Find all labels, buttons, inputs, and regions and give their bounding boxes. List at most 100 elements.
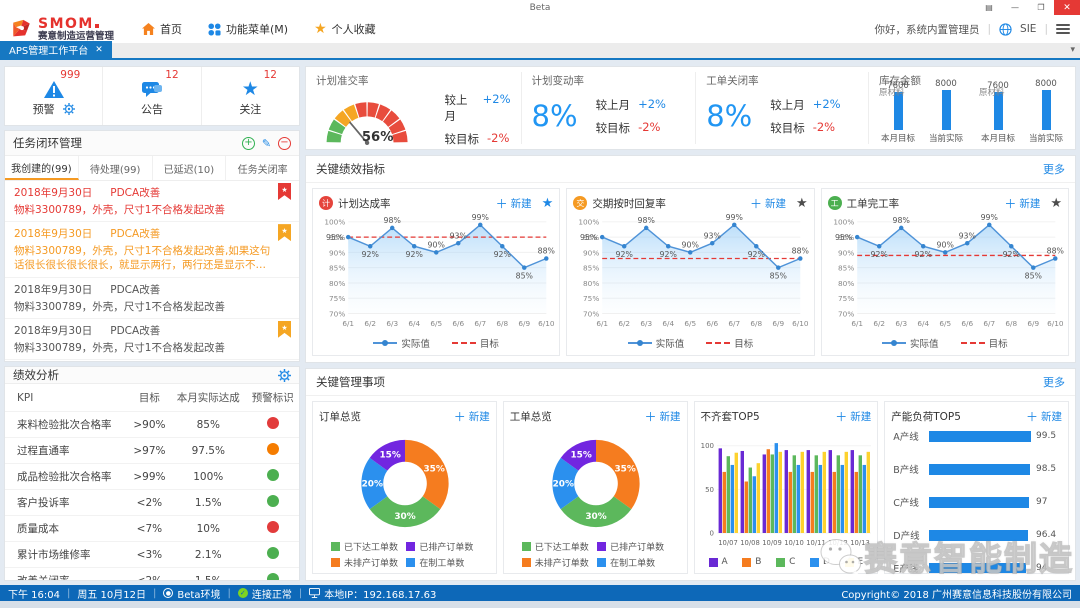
beta-label: Beta: [529, 2, 551, 13]
legend-swatch: [597, 558, 607, 567]
legend-actual[interactable]: 实际值: [882, 336, 939, 350]
legend-item[interactable]: 已排产订单数: [406, 540, 477, 553]
svg-text:98%: 98%: [892, 216, 909, 225]
donut-legend: 已下达工单数 已排产订单数 未排产订单数 在制工单数: [510, 540, 681, 569]
task-item[interactable]: 2018年9月30日 PDCA改善 物料3300789，外壳，尺寸1不合格发起改善 ★: [5, 319, 299, 360]
new-button[interactable]: ＋新建: [1026, 408, 1062, 425]
svg-text:6/2: 6/2: [619, 319, 631, 328]
more-link[interactable]: 更多: [1043, 374, 1065, 390]
favorite-star-icon[interactable]: ★: [542, 197, 554, 210]
announcement-chat-icon: [141, 81, 162, 97]
legend-item[interactable]: 在制工单数: [406, 556, 477, 569]
bar-value: 8000: [1035, 79, 1057, 89]
legend-target[interactable]: 目标: [706, 336, 753, 350]
legend-item[interactable]: E: [844, 557, 864, 567]
legend-target[interactable]: 目标: [960, 336, 1008, 350]
legend-swatch: [597, 542, 607, 551]
add-task-icon[interactable]: +: [242, 136, 255, 150]
kpi-actual: 2.1%: [170, 541, 247, 568]
legend-item[interactable]: B: [742, 557, 761, 567]
bar-value: 8000: [935, 79, 957, 89]
stat-announcements[interactable]: 12 公告: [102, 67, 200, 125]
legend-target[interactable]: 目标: [451, 336, 499, 350]
legend-actual[interactable]: 实际值: [373, 336, 430, 350]
svg-text:6/7: 6/7: [983, 319, 995, 328]
svg-text:10/11: 10/11: [806, 539, 826, 547]
nav-favorites[interactable]: ★ 个人收藏: [314, 21, 376, 37]
task-tab-created[interactable]: 我创建的(99): [5, 156, 79, 180]
hbar-row: D产线 96.4: [893, 528, 1060, 542]
favorite-star-icon[interactable]: ★: [796, 197, 808, 210]
legend-item[interactable]: 已下达工单数: [331, 540, 402, 553]
tab-dropdown-caret-icon[interactable]: ▾: [1070, 45, 1075, 55]
kpi-target: >97%: [128, 437, 171, 464]
status-date: 周五 10月12日: [77, 589, 147, 601]
svg-text:98%: 98%: [638, 216, 655, 225]
stat-follows[interactable]: 12 ★ 关注: [200, 67, 299, 125]
card-workorder-overview: 工单总览 ＋新建 35% 30% 20% 15% 已下达工单数 已排产订单数 未排产订单数…: [502, 401, 688, 574]
legend-item[interactable]: A: [708, 557, 728, 567]
restore-icon[interactable]: ❐: [1028, 0, 1054, 15]
new-button[interactable]: ＋新建: [644, 408, 680, 425]
svg-text:6/10: 6/10: [538, 319, 555, 328]
kpi-column-header: 预警标识: [251, 392, 294, 404]
svg-text:85%: 85%: [583, 264, 599, 273]
svg-text:6/6: 6/6: [707, 319, 719, 328]
legend-item[interactable]: 未排产订单数: [521, 556, 593, 569]
task-tab-delayed[interactable]: 已延迟(10): [153, 156, 227, 180]
svg-text:6/5: 6/5: [685, 319, 697, 328]
task-tab-pending[interactable]: 待处理(99): [79, 156, 153, 180]
nav-home[interactable]: 首页: [142, 21, 182, 37]
edit-task-icon[interactable]: ✎: [260, 137, 273, 150]
chart-badge-icon: 交: [573, 196, 588, 210]
remove-task-icon[interactable]: −: [278, 136, 291, 150]
task-type: PDCA改善: [110, 187, 161, 199]
legend-swatch: [406, 558, 416, 567]
hbar-label: A产线: [893, 432, 919, 443]
new-button[interactable]: ＋新建: [835, 408, 871, 425]
new-button[interactable]: ＋新建: [454, 408, 490, 425]
more-link[interactable]: 更多: [1043, 161, 1065, 177]
task-item[interactable]: 2018年9月30日 PDCA改善 物料3300789，外壳，尺寸1不合格发起改善 ★: [5, 181, 299, 223]
new-button[interactable]: ＋新建: [1004, 195, 1040, 212]
legend-item[interactable]: 已排产订单数: [597, 540, 668, 553]
tab-aps-platform[interactable]: APS管理工作平台 ✕: [0, 41, 112, 58]
close-icon[interactable]: ✕: [1054, 0, 1080, 15]
panel-icon[interactable]: ▤: [976, 0, 1002, 15]
inventory-group: 原材料 7600 本月目标 8000 当前实际: [979, 79, 1065, 144]
panel-gear-icon[interactable]: [278, 368, 291, 382]
legend-item[interactable]: D: [809, 557, 830, 567]
hbar-label: E产线: [893, 564, 919, 574]
legend-label: 未排产订单数: [344, 559, 399, 569]
task-item[interactable]: 2018年9月30日 PDCA改善 物料3300789，外壳，尺寸1不合格发起改善,…: [5, 222, 299, 278]
hamburger-menu-icon[interactable]: [1056, 24, 1070, 34]
favorite-star-icon[interactable]: ★: [1050, 197, 1062, 210]
legend-item[interactable]: 未排产订单数: [331, 556, 402, 569]
grid-menu-icon: [208, 22, 221, 36]
minimize-icon[interactable]: —: [1002, 0, 1028, 15]
svg-text:90%: 90%: [583, 248, 599, 257]
svg-text:35%: 35%: [423, 465, 444, 475]
globe-icon[interactable]: [999, 22, 1012, 36]
kpi-target: <3%: [128, 541, 171, 568]
hbar-row: B产线 98.5: [893, 462, 1060, 476]
legend-swatch: [521, 558, 531, 567]
new-button[interactable]: ＋新建: [496, 195, 532, 212]
legend-item[interactable]: 在制工单数: [597, 556, 668, 569]
svg-text:85%: 85%: [329, 264, 345, 273]
legend-actual[interactable]: 实际值: [627, 336, 684, 350]
svg-text:30%: 30%: [585, 512, 606, 522]
task-item[interactable]: 2018年9月30日 PDCA改善 物料3300789，外壳，尺寸1不合格发起改善: [5, 278, 299, 319]
chart-badge-icon: 计: [319, 196, 333, 210]
new-button[interactable]: ＋新建: [750, 195, 786, 212]
legend-item[interactable]: C: [776, 557, 795, 567]
kpi-actual: 1.5%: [170, 567, 247, 580]
nav-menu[interactable]: 功能菜单(M): [208, 21, 288, 37]
legend-item[interactable]: 已下达工单数: [521, 540, 593, 553]
tab-close-icon[interactable]: ✕: [95, 45, 103, 55]
task-tab-closure[interactable]: 任务关闭率: [226, 156, 299, 180]
legend-label: E: [857, 557, 864, 567]
stat-warnings[interactable]: 999 预警: [5, 67, 102, 125]
locale-label[interactable]: SIE: [1020, 23, 1036, 35]
settings-gear-icon[interactable]: [62, 102, 75, 115]
